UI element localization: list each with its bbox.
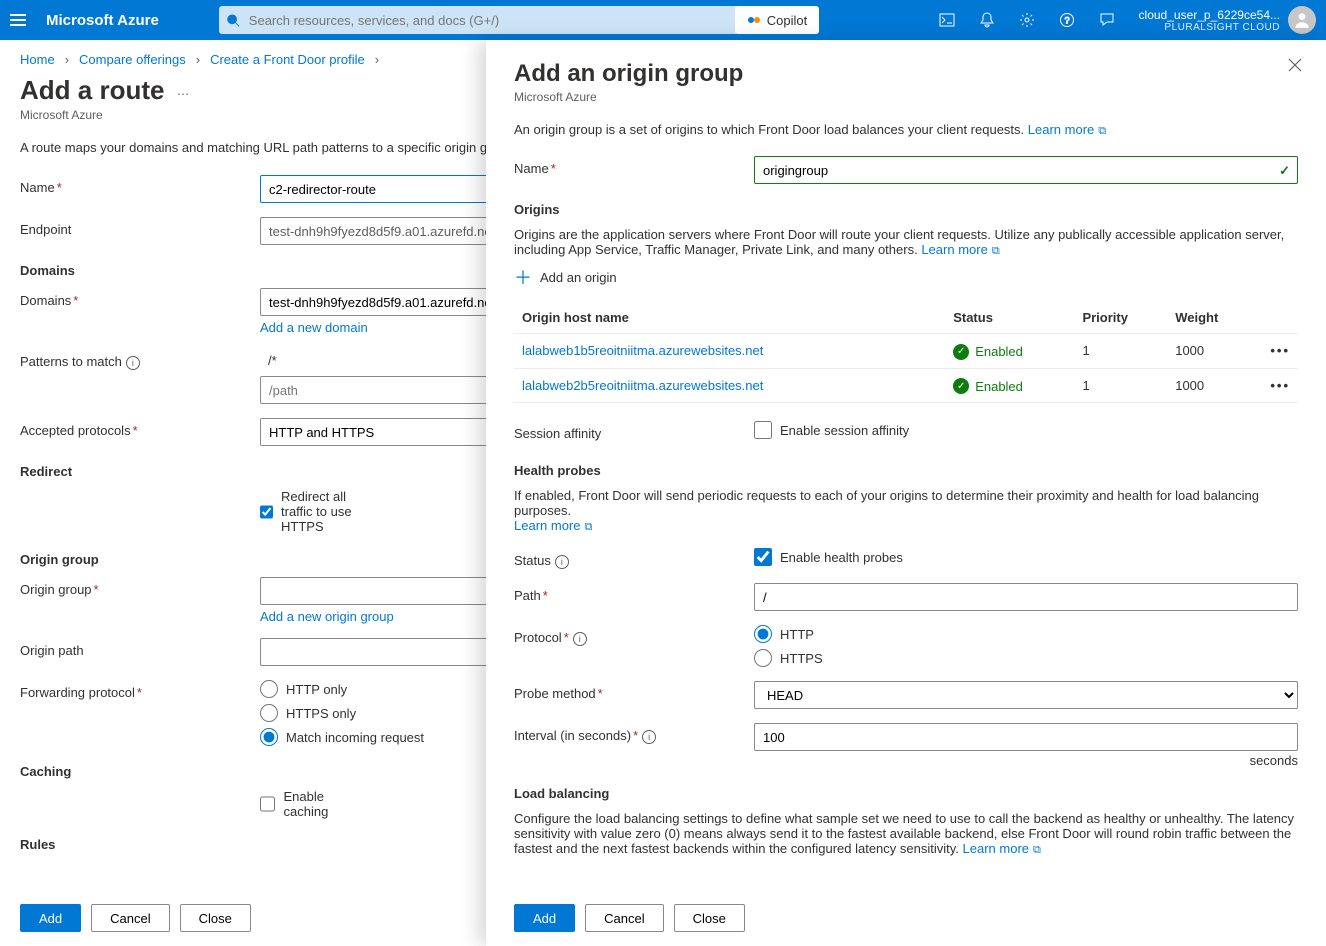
flyout-footer: Add Cancel Close xyxy=(486,890,1326,946)
plus-icon: ＋ xyxy=(514,264,532,290)
endpoint-label: Endpoint xyxy=(20,222,71,237)
protocol-label: Protocol xyxy=(514,630,562,645)
add-domain-link[interactable]: Add a new domain xyxy=(260,320,368,335)
health-status-checkbox[interactable] xyxy=(754,548,772,566)
col-status: Status xyxy=(945,302,1074,334)
fwd-proto-label: Forwarding protocol xyxy=(20,685,135,700)
session-affinity-label: Session affinity xyxy=(514,426,601,441)
redirect-checkbox[interactable] xyxy=(260,503,273,521)
copilot-button[interactable]: Copilot xyxy=(735,6,819,34)
settings-icon[interactable] xyxy=(1007,0,1047,40)
check-icon: ✓ xyxy=(1279,163,1290,179)
cancel-button[interactable]: Cancel xyxy=(91,904,169,932)
topbar: Microsoft Azure Copilot ? cloud_user_p_6… xyxy=(0,0,1326,40)
breadcrumb-create[interactable]: Create a Front Door profile xyxy=(210,52,365,67)
check-circle-icon: ✓ xyxy=(953,344,969,360)
info-icon[interactable]: i xyxy=(573,632,587,646)
col-host: Origin host name xyxy=(514,302,945,334)
help-icon[interactable]: ? xyxy=(1047,0,1087,40)
health-learn-more[interactable]: Learn more⧉ xyxy=(514,518,592,533)
cloud-shell-icon[interactable] xyxy=(927,0,967,40)
add-button[interactable]: Add xyxy=(20,904,81,932)
og-name-label: Name xyxy=(514,161,549,176)
table-row: lalabweb1b5reoitniitma.azurewebsites.net… xyxy=(514,334,1298,369)
path-label: Path xyxy=(514,588,541,603)
info-icon[interactable]: i xyxy=(126,356,140,370)
probe-method-select[interactable]: HEAD xyxy=(754,681,1298,709)
check-circle-icon: ✓ xyxy=(953,378,969,394)
copilot-icon xyxy=(747,13,761,27)
origins-desc: Origins are the application servers wher… xyxy=(514,227,1298,258)
status-label: Status xyxy=(514,553,551,568)
col-weight: Weight xyxy=(1167,302,1256,334)
flyout-add-button[interactable]: Add xyxy=(514,904,575,932)
page-title: Add a route xyxy=(20,75,164,106)
brand[interactable]: Microsoft Azure xyxy=(46,12,159,29)
patterns-label: Patterns to match xyxy=(20,354,122,369)
search-icon xyxy=(227,13,241,27)
name-label: Name xyxy=(20,180,55,195)
row-more-icon[interactable]: ••• xyxy=(1264,343,1290,358)
fwd-match-radio[interactable] xyxy=(260,728,278,746)
fwd-http-radio[interactable] xyxy=(260,680,278,698)
svg-text:?: ? xyxy=(1064,16,1069,26)
flyout-cancel-button[interactable]: Cancel xyxy=(585,904,663,932)
protocols-label: Accepted protocols xyxy=(20,423,131,438)
probe-method-label: Probe method xyxy=(514,686,596,701)
breadcrumb-compare[interactable]: Compare offerings xyxy=(79,52,186,67)
flyout-close-button[interactable]: Close xyxy=(674,904,745,932)
fwd-https-radio[interactable] xyxy=(260,704,278,722)
info-icon[interactable]: i xyxy=(642,730,656,744)
lb-learn-more[interactable]: Learn more⧉ xyxy=(963,841,1041,856)
health-header: Health probes xyxy=(514,463,1298,478)
flyout-panel: Add an origin group Microsoft Azure An o… xyxy=(486,40,1326,946)
flyout-title: Add an origin group xyxy=(514,60,1298,88)
domains-label: Domains xyxy=(20,293,71,308)
learn-more-link[interactable]: Learn more⧉ xyxy=(1028,122,1106,137)
add-origin-group-link[interactable]: Add a new origin group xyxy=(260,609,394,624)
flyout-subtitle: Microsoft Azure xyxy=(514,90,1298,104)
avatar[interactable] xyxy=(1288,6,1316,34)
proto-http-radio[interactable] xyxy=(754,625,772,643)
lb-header: Load balancing xyxy=(514,786,1298,801)
proto-https-radio[interactable] xyxy=(754,649,772,667)
search-input[interactable] xyxy=(249,13,731,28)
redirect-label: Redirect all traffic to use HTTPS xyxy=(281,489,360,534)
origin-group-label: Origin group xyxy=(20,582,92,597)
origin-link[interactable]: lalabweb1b5reoitniitma.azurewebsites.net xyxy=(522,343,763,358)
table-row: lalabweb2b5reoitniitma.azurewebsites.net… xyxy=(514,368,1298,403)
feedback-icon[interactable] xyxy=(1087,0,1127,40)
user-account[interactable]: cloud_user_p_6229ce54... PLURALSIGHT CLO… xyxy=(1139,8,1280,33)
info-icon[interactable]: i xyxy=(555,555,569,569)
interval-input[interactable] xyxy=(754,723,1298,751)
notifications-icon[interactable] xyxy=(967,0,1007,40)
close-button[interactable]: Close xyxy=(180,904,251,932)
caching-checkbox[interactable] xyxy=(260,795,275,813)
close-icon[interactable] xyxy=(1288,58,1302,75)
path-input[interactable] xyxy=(754,583,1298,611)
session-affinity-checkbox[interactable] xyxy=(754,421,772,439)
col-priority: Priority xyxy=(1074,302,1167,334)
lb-desc: Configure the load balancing settings to… xyxy=(514,811,1298,857)
add-origin-button[interactable]: ＋ Add an origin xyxy=(514,264,617,290)
search-box[interactable] xyxy=(219,6,739,34)
origin-path-label: Origin path xyxy=(20,643,84,658)
og-name-input[interactable] xyxy=(754,156,1298,184)
breadcrumb-home[interactable]: Home xyxy=(20,52,55,67)
more-icon[interactable]: … xyxy=(176,83,189,98)
row-more-icon[interactable]: ••• xyxy=(1264,378,1290,393)
caching-label: Enable caching xyxy=(283,789,360,819)
menu-icon[interactable] xyxy=(10,14,26,26)
origins-learn-more[interactable]: Learn more⧉ xyxy=(921,242,999,257)
origin-link[interactable]: lalabweb2b5reoitniitma.azurewebsites.net xyxy=(522,378,763,393)
interval-unit: seconds xyxy=(754,753,1298,768)
interval-label: Interval (in seconds) xyxy=(514,728,631,743)
origins-table: Origin host name Status Priority Weight … xyxy=(514,302,1298,403)
flyout-intro: An origin group is a set of origins to w… xyxy=(514,122,1298,138)
health-desc: If enabled, Front Door will send periodi… xyxy=(514,488,1298,534)
origins-header: Origins xyxy=(514,202,1298,217)
